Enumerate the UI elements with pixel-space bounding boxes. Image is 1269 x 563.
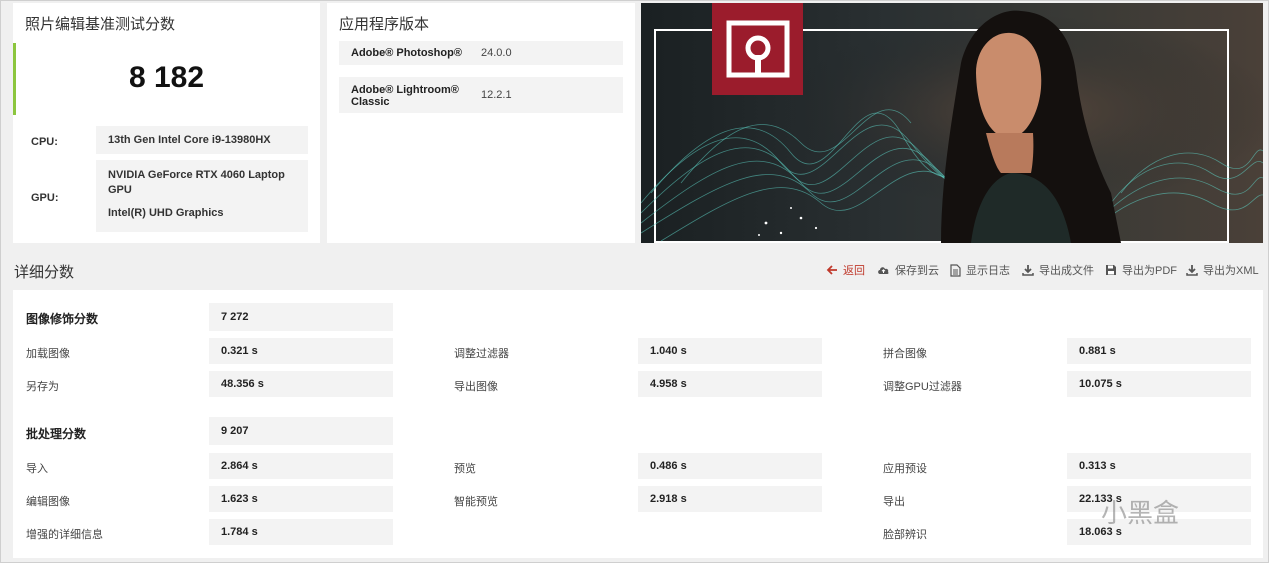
- metric-value: 2.918 s: [638, 486, 822, 512]
- save-to-cloud-label: 保存到云: [895, 265, 939, 277]
- metric-label: 加载图像: [26, 348, 70, 360]
- banner-illustration: [641, 3, 1263, 243]
- metric-label: 导出: [883, 496, 905, 508]
- show-log-label: 显示日志: [966, 265, 1010, 277]
- score-card: 照片编辑基准测试分数 8 182 CPU: 13th Gen Intel Cor…: [13, 3, 320, 243]
- metric-label: 预览: [454, 463, 476, 475]
- retouch-score-value: 7 272: [209, 303, 393, 331]
- download-icon: [1022, 265, 1034, 276]
- metric-value: 0.881 s: [1067, 338, 1251, 364]
- metric-label: 导出图像: [454, 381, 498, 393]
- metric-label: 拼合图像: [883, 348, 927, 360]
- export-file-label: 导出成文件: [1039, 265, 1094, 277]
- metric-label: 调整GPU过滤器: [883, 381, 962, 393]
- save-disk-icon: [1106, 265, 1116, 275]
- export-xml-button[interactable]: 导出为XML: [1186, 263, 1259, 277]
- save-to-cloud-button[interactable]: 保存到云: [877, 263, 939, 277]
- app-version: 24.0.0: [481, 47, 512, 59]
- watermark-text: 小黑盒: [1101, 499, 1180, 529]
- app-name: Adobe® Photoshop®: [351, 47, 462, 59]
- metric-label: 导入: [26, 463, 48, 475]
- metric-label: 脸部辨识: [883, 529, 927, 541]
- batch-score-value: 9 207: [209, 417, 393, 445]
- app-version: 12.2.1: [481, 89, 512, 101]
- export-pdf-label: 导出为PDF: [1122, 265, 1177, 277]
- overall-score: 8 182: [128, 61, 205, 94]
- detail-scores-panel: 图像修饰分数 7 272 加载图像 0.321 s 调整过滤器 1.040 s …: [13, 290, 1263, 558]
- version-card: 应用程序版本 Adobe® Photoshop® 24.0.0 Adobe® L…: [327, 3, 635, 243]
- gpu-value-secondary: Intel(R) UHD Graphics: [108, 207, 224, 219]
- document-icon: [950, 263, 961, 277]
- gpu-value-box: NVIDIA GeForce RTX 4060 Laptop GPU Intel…: [96, 160, 308, 232]
- metric-label: 调整过滤器: [454, 348, 509, 360]
- gpu-value-primary: NVIDIA GeForce RTX 4060 Laptop GPU: [108, 169, 285, 196]
- arrow-left-icon: [826, 265, 837, 275]
- back-button[interactable]: 返回: [826, 263, 865, 277]
- show-log-button[interactable]: 显示日志: [950, 263, 1010, 277]
- metric-label: 增强的详细信息: [26, 529, 103, 541]
- metric-value: 0.321 s: [209, 338, 393, 364]
- metric-value: 1.623 s: [209, 486, 393, 512]
- version-card-title: 应用程序版本: [339, 16, 430, 33]
- metric-label: 编辑图像: [26, 496, 70, 508]
- export-xml-label: 导出为XML: [1203, 265, 1259, 277]
- download-icon: [1186, 265, 1198, 276]
- metric-value: 10.075 s: [1067, 371, 1251, 397]
- hero-banner-image: [641, 3, 1263, 243]
- batch-score-label: 批处理分数: [26, 427, 87, 441]
- metric-value: 2.864 s: [209, 453, 393, 479]
- version-row: Adobe® Photoshop® 24.0.0: [339, 41, 623, 65]
- metric-value: 1.784 s: [209, 519, 393, 545]
- metric-value: 0.486 s: [638, 453, 822, 479]
- back-label: 返回: [843, 265, 865, 277]
- cloud-upload-icon: [878, 267, 889, 274]
- app-name: Adobe® Lightroom® Classic: [351, 84, 459, 108]
- retouch-score-label: 图像修饰分数: [26, 312, 99, 326]
- cpu-value: 13th Gen Intel Core i9-13980HX: [96, 126, 308, 154]
- export-pdf-button[interactable]: 导出为PDF: [1105, 263, 1177, 277]
- metric-label: 智能预览: [454, 496, 498, 508]
- cpu-label: CPU:: [31, 136, 58, 148]
- export-file-button[interactable]: 导出成文件: [1022, 263, 1094, 277]
- details-title: 详细分数: [14, 264, 75, 281]
- metric-value: 0.313 s: [1067, 453, 1251, 479]
- metric-value: 1.040 s: [638, 338, 822, 364]
- metric-value: 4.958 s: [638, 371, 822, 397]
- metric-label: 另存为: [26, 381, 59, 393]
- version-row: Adobe® Lightroom® Classic 12.2.1: [339, 77, 623, 113]
- gpu-label: GPU:: [31, 192, 59, 204]
- score-card-title: 照片编辑基准测试分数: [25, 16, 176, 33]
- metric-label: 应用预设: [883, 463, 927, 475]
- metric-value: 48.356 s: [209, 371, 393, 397]
